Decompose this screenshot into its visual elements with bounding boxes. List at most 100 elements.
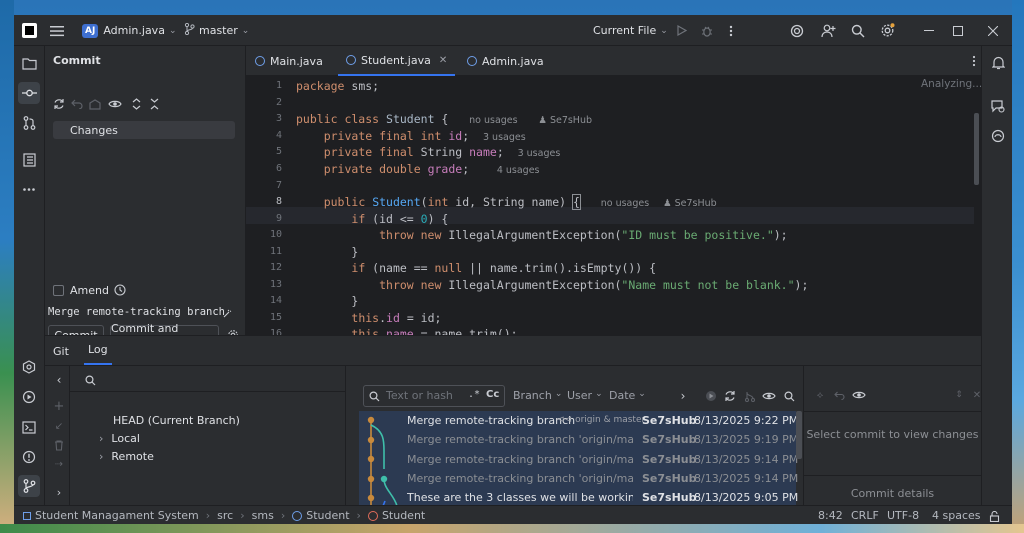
more-tools-icon[interactable]: [19, 179, 39, 199]
cherry-icon[interactable]: ⟡: [813, 388, 827, 402]
log-refresh-icon[interactable]: [722, 388, 738, 404]
expand-all-icon[interactable]: ⇕: [953, 388, 965, 402]
usage-hint: 3 usages: [517, 148, 561, 159]
caret-position[interactable]: 8:42: [818, 509, 843, 522]
line-separator[interactable]: CRLF: [851, 509, 879, 522]
close-icon[interactable]: [983, 22, 1003, 39]
maximize-icon[interactable]: [948, 22, 968, 39]
commit-panel: Commit Changes Amend Merge remote-tracki…: [45, 46, 246, 348]
tab-log[interactable]: Log: [84, 336, 112, 365]
commit-icon[interactable]: [18, 82, 40, 104]
folder-icon[interactable]: [19, 53, 39, 73]
amend-checkbox[interactable]: [53, 285, 64, 296]
problems-icon[interactable]: [19, 447, 39, 467]
regex-toggle[interactable]: .*: [468, 389, 480, 400]
revert-icon[interactable]: [832, 388, 846, 402]
tab-student-java[interactable]: Student.java ✕: [338, 46, 455, 76]
shelve-icon[interactable]: [87, 96, 103, 112]
ai-chat-icon[interactable]: [988, 96, 1008, 116]
cherry-pick-icon[interactable]: [703, 388, 719, 404]
rollback-icon[interactable]: [69, 96, 85, 112]
ai-generate-icon[interactable]: [221, 307, 233, 319]
graph-options-icon[interactable]: [742, 388, 758, 404]
eye-icon[interactable]: [107, 96, 123, 112]
structure-icon[interactable]: [19, 150, 39, 170]
breadcrumb-item[interactable]: Student Managament System: [35, 509, 199, 522]
log-scrollbar[interactable]: [796, 411, 802, 459]
code-editor[interactable]: Analyzing... 1 2 3 4 5 6 7 8 9 10 11 12 13 14 15 16 pac…: [246, 76, 981, 335]
commit-message[interactable]: Merge remote-tracking branch 'origin/mas…: [407, 433, 633, 446]
tab-label: Student.java: [361, 53, 431, 67]
hamburger-icon[interactable]: [48, 23, 66, 38]
app-logo-icon[interactable]: [22, 23, 37, 38]
java-method-icon: [367, 510, 378, 521]
match-case-toggle[interactable]: Cc: [486, 389, 499, 400]
commit-author: Se7sHub: [642, 414, 697, 427]
debug-icon[interactable]: [699, 22, 715, 39]
user-filter-label: User: [567, 389, 593, 402]
run-config-selector[interactable]: Current File ⌄: [593, 22, 668, 39]
ai-assistant-icon[interactable]: [788, 22, 806, 39]
branch-head[interactable]: HEAD (Current Branch): [113, 414, 240, 427]
services-icon[interactable]: [19, 357, 39, 377]
editor-scrollbar[interactable]: [974, 113, 979, 185]
tab-main-java[interactable]: Main.java: [255, 46, 323, 76]
collapse-all-icon[interactable]: ✕: [971, 388, 983, 402]
tab-admin-java[interactable]: Admin.java: [467, 46, 544, 76]
delete-icon[interactable]: [52, 438, 66, 452]
branch-search-icon[interactable]: [83, 373, 97, 387]
expand-all-icon[interactable]: [129, 96, 143, 112]
tab-git[interactable]: Git: [53, 345, 69, 358]
branch-name: master: [199, 24, 238, 37]
branch-filter[interactable]: Branch ⌄: [513, 389, 562, 402]
log-search-commit-icon[interactable]: [781, 388, 797, 404]
branch-remote[interactable]: › Remote: [99, 450, 154, 463]
branch-local[interactable]: › Local: [99, 432, 140, 445]
date-filter[interactable]: Date ⌄: [609, 389, 646, 402]
user-filter[interactable]: User ⌄: [567, 389, 603, 402]
search-icon[interactable]: [849, 22, 867, 39]
tab-close-icon[interactable]: ✕: [439, 55, 447, 66]
commit-message-input[interactable]: Merge remote-tracking branch: [48, 306, 225, 318]
compare-icon[interactable]: ⇢: [52, 457, 66, 471]
branch-selector[interactable]: master ⌄: [184, 22, 249, 39]
copilot-icon[interactable]: [988, 126, 1008, 146]
indent-setting[interactable]: 4 spaces: [932, 509, 981, 522]
pull-request-icon[interactable]: [19, 113, 39, 133]
run-tool-icon[interactable]: [19, 387, 39, 407]
terminal-icon[interactable]: [19, 417, 39, 437]
breadcrumb-item[interactable]: Student: [306, 509, 349, 522]
settings-icon[interactable]: [878, 22, 896, 39]
log-search-input[interactable]: Text or hash: [386, 389, 453, 402]
commit-message[interactable]: Merge remote-tracking branch 'origin/mas…: [407, 453, 633, 466]
add-user-icon[interactable]: [819, 22, 837, 39]
file-encoding[interactable]: UTF-8: [887, 509, 919, 522]
code-line-10: throw new IllegalArgumentException("ID m…: [379, 228, 788, 242]
minimize-icon[interactable]: [919, 22, 939, 39]
history-icon[interactable]: [113, 283, 127, 297]
collapse-all-icon[interactable]: [147, 96, 161, 112]
log-eye-icon[interactable]: [761, 388, 777, 404]
project-selector[interactable]: AJ Admin.java ⌄: [82, 22, 176, 39]
breadcrumb-item[interactable]: Student: [382, 509, 425, 522]
refresh-icon[interactable]: [51, 96, 67, 112]
chevron-right-icon[interactable]: ›: [677, 389, 689, 403]
commit-message[interactable]: Merge remote-tracking branch 'origin/mas…: [407, 472, 633, 485]
run-icon[interactable]: [674, 22, 690, 39]
commit-message[interactable]: These are the 3 classes we will be worki…: [407, 491, 633, 504]
line-number: 8: [275, 196, 282, 207]
more-icon[interactable]: [725, 22, 737, 39]
tabs-more-icon[interactable]: [971, 54, 977, 68]
breadcrumb-item[interactable]: src: [217, 509, 233, 522]
changes-group[interactable]: Changes: [53, 121, 235, 139]
git-tool-icon[interactable]: [18, 475, 40, 497]
details-eye-icon[interactable]: [851, 388, 867, 402]
update-icon[interactable]: ↙: [52, 419, 66, 433]
lock-icon[interactable]: [987, 509, 1001, 523]
breadcrumb-item[interactable]: sms: [252, 509, 274, 522]
add-branch-icon[interactable]: +: [52, 399, 66, 414]
collapse-panel-icon[interactable]: ‹: [52, 372, 66, 388]
desktop-left: [0, 0, 14, 533]
bell-icon[interactable]: [988, 53, 1008, 73]
expand-panel-icon[interactable]: ›: [52, 485, 66, 499]
